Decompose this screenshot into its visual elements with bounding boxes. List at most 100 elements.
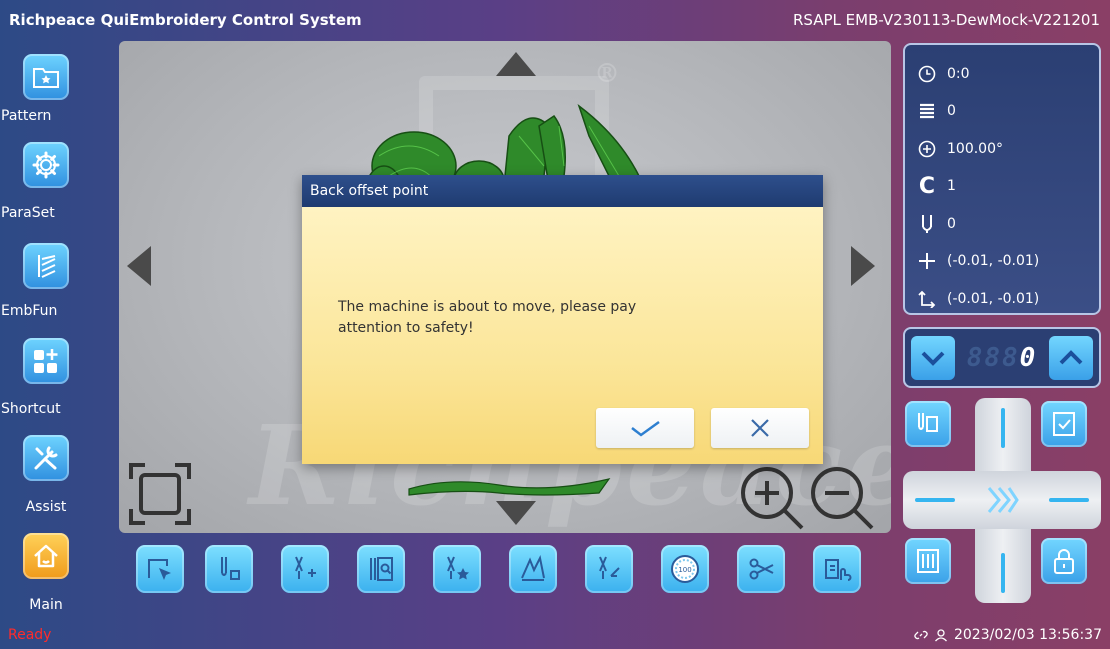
counter-dim-digits: 888 xyxy=(966,342,1020,373)
sidebar: Pattern ParaSet EmbFun Shortcut Assist M… xyxy=(0,40,112,620)
select-cursor-button[interactable] xyxy=(136,545,184,593)
move-up-arrow[interactable] xyxy=(496,52,536,76)
move-down-arrow[interactable] xyxy=(496,501,536,525)
frame-grid-icon xyxy=(917,549,939,573)
info-angle-row: 100.00° xyxy=(917,130,1087,168)
dpad-right[interactable] xyxy=(1049,498,1089,502)
needle-stitch-button[interactable] xyxy=(205,545,253,593)
frame-check-button[interactable] xyxy=(1041,401,1087,447)
title-bar: Richpeace QuiEmbroidery Control System R… xyxy=(0,0,1110,40)
stitch-edit-icon xyxy=(521,554,545,581)
frame-search-button[interactable] xyxy=(357,545,405,593)
scissors-button[interactable] xyxy=(737,545,785,593)
needle-stitch-icon xyxy=(221,557,240,580)
needle-icon xyxy=(917,214,937,234)
decrement-button[interactable] xyxy=(911,335,955,380)
info-stitch-row: 0 xyxy=(917,93,1087,131)
zoom-in-icon[interactable] xyxy=(737,463,809,533)
grid-plus-icon xyxy=(34,349,58,373)
gear-icon xyxy=(32,151,60,179)
sidebar-item-embfun-label: EmbFun xyxy=(1,303,58,319)
direction-pad xyxy=(903,398,1101,603)
confirm-button[interactable] xyxy=(596,408,694,448)
fit-frame-icon[interactable] xyxy=(127,461,193,527)
lock-button[interactable] xyxy=(1041,538,1087,584)
needle-star-icon xyxy=(447,556,469,580)
zoom-out-icon[interactable] xyxy=(807,463,879,533)
crosshair-icon xyxy=(917,251,937,271)
svg-text:100: 100 xyxy=(678,566,691,574)
info-time-row: 0:0 xyxy=(917,55,1087,93)
scissors-icon xyxy=(749,558,774,580)
needle-frame-button[interactable] xyxy=(905,401,951,447)
dpad-up[interactable] xyxy=(1001,408,1005,448)
sidebar-item-main-label: Main xyxy=(29,597,63,613)
embfun-button[interactable] xyxy=(23,243,69,289)
stitch-edit-button[interactable] xyxy=(509,545,557,593)
info-needle: 0 xyxy=(947,215,956,232)
chevron-down-icon xyxy=(921,351,945,366)
sidebar-item-pattern-label: Pattern xyxy=(1,108,52,124)
move-left-arrow[interactable] xyxy=(127,246,151,286)
chevron-up-icon xyxy=(1059,349,1083,364)
increment-button[interactable] xyxy=(1049,335,1093,380)
needle-back-icon xyxy=(599,556,620,579)
clock-icon xyxy=(917,64,937,84)
angle-plus-icon xyxy=(917,139,937,159)
info-position: (-0.01, -0.01) xyxy=(947,253,1040,270)
copy-touch-button[interactable] xyxy=(813,545,861,593)
cancel-button[interactable] xyxy=(711,408,809,448)
assist-button[interactable] xyxy=(23,435,69,481)
close-icon xyxy=(751,419,769,437)
frame-search-icon xyxy=(370,557,393,581)
paraset-button[interactable] xyxy=(23,142,69,188)
wrench-screwdriver-icon xyxy=(34,446,58,470)
check-icon xyxy=(631,420,660,437)
frame-check-icon xyxy=(1053,412,1075,436)
needle-counter: 8880 xyxy=(903,327,1101,388)
info-angle: 100.00° xyxy=(947,140,1003,157)
info-origin-position: (-0.01, -0.01) xyxy=(947,290,1040,307)
main-button[interactable] xyxy=(23,533,69,579)
counter-display: 8880 xyxy=(967,343,1038,373)
info-c-value: 1 xyxy=(947,178,956,195)
needle-star-button[interactable] xyxy=(433,545,481,593)
select-cursor-icon xyxy=(148,559,171,580)
c-icon: C xyxy=(918,173,936,199)
info-c-row: C 1 xyxy=(917,168,1087,206)
pattern-button[interactable] xyxy=(23,54,69,100)
dialog-title: Back offset point xyxy=(302,175,823,207)
dialog-message: The machine is about to move, please pay… xyxy=(338,299,637,336)
copy-touch-icon xyxy=(825,559,852,581)
info-origin-row: (-0.01, -0.01) xyxy=(917,280,1087,318)
needle-add-button[interactable] xyxy=(281,545,329,593)
origin-arrow-icon xyxy=(917,289,937,309)
info-stitch-count: 0 xyxy=(947,103,956,120)
info-time: 0:0 xyxy=(947,65,970,82)
speed-gauge-button[interactable]: 100 xyxy=(661,545,709,593)
shortcut-button[interactable] xyxy=(23,338,69,384)
dpad-down[interactable] xyxy=(1001,553,1005,593)
dpad-left[interactable] xyxy=(915,498,955,502)
app-title: Richpeace QuiEmbroidery Control System xyxy=(9,11,362,29)
fast-forward-icon[interactable] xyxy=(985,484,1021,516)
counter-value: 0 xyxy=(1019,342,1038,373)
status-right-group: 2023/02/03 13:56:37 xyxy=(914,627,1102,643)
sidebar-item-paraset-label: ParaSet xyxy=(1,205,55,221)
needle-back-button[interactable] xyxy=(585,545,633,593)
status-text: Ready xyxy=(8,627,52,643)
embroidery-pattern-bottom xyxy=(408,478,611,496)
needle-frame-icon xyxy=(918,413,938,432)
frame-grid-button[interactable] xyxy=(905,538,951,584)
move-right-arrow[interactable] xyxy=(851,246,875,286)
needle-add-icon xyxy=(295,556,316,579)
version-label: RSAPL EMB-V230113-DewMock-V221201 xyxy=(793,11,1100,29)
sidebar-item-assist-label: Assist xyxy=(25,499,67,515)
stitch-lines-icon xyxy=(38,255,56,278)
stitch-count-icon xyxy=(917,101,937,121)
folder-star-icon xyxy=(33,68,59,88)
link-icon xyxy=(914,630,928,640)
info-position-row: (-0.01, -0.01) xyxy=(917,243,1087,281)
status-datetime: 2023/02/03 13:56:37 xyxy=(953,627,1102,643)
machine-info-panel: 0:0 0 100.00° C 1 0 (-0.01, -0.01) (-0.0… xyxy=(903,43,1101,315)
